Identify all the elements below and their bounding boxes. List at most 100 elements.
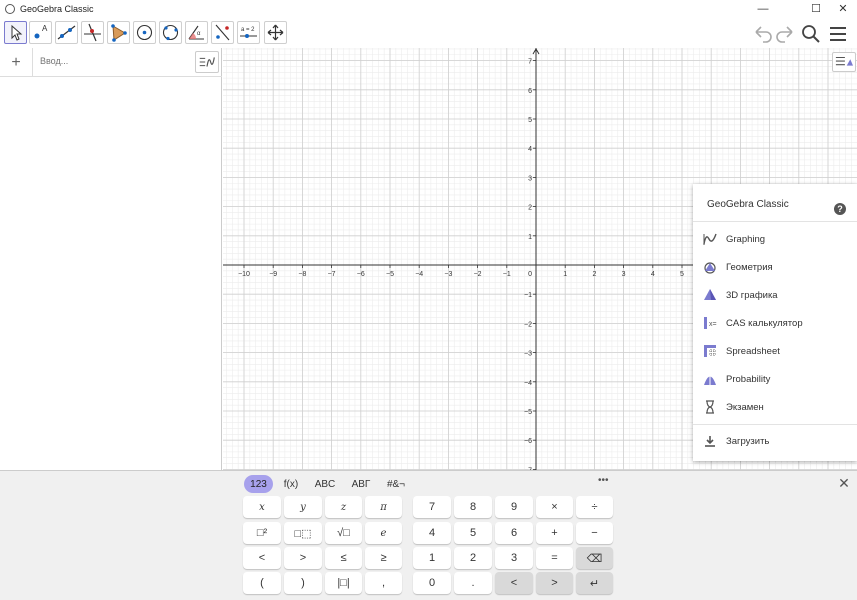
key-open-paren[interactable]: ( [243, 572, 281, 594]
keyboard-tab-numbers[interactable]: 123 [244, 475, 273, 493]
key-square[interactable]: □² [243, 522, 281, 544]
y-tick-label: −2 [524, 321, 532, 328]
download-label: Загрузить [726, 435, 770, 447]
move-graphics-view-tool-button[interactable] [264, 21, 287, 44]
perspective-graphing[interactable]: Graphing [693, 226, 857, 252]
main-menu-icon[interactable] [826, 22, 850, 46]
key-8[interactable]: 8 [454, 496, 492, 518]
graphics-style-bar-button[interactable] [832, 52, 856, 72]
close-button[interactable]: ✕ [830, 0, 856, 17]
3d-graphics-icon [704, 289, 716, 300]
perspective-geometry[interactable]: Геометрия [693, 254, 857, 280]
polygon-tool-button[interactable] [107, 21, 130, 44]
key-4[interactable]: 4 [413, 522, 451, 544]
key-sqrt[interactable]: √□ [325, 522, 362, 544]
move-tool-icon [11, 24, 23, 41]
key-1[interactable]: 1 [413, 547, 451, 569]
x-tick-label: 1 [563, 271, 567, 278]
key-less-than[interactable]: < [243, 547, 281, 569]
keyboard-close-icon[interactable]: ✕ [836, 475, 852, 491]
svg-text:x=: x= [709, 321, 717, 328]
point-tool-icon: A [34, 24, 48, 39]
key-enter-icon[interactable]: ↵ [576, 572, 613, 594]
key-power[interactable]: □⬚ [284, 522, 322, 544]
minimize-button[interactable]: — [750, 0, 776, 17]
perspective-3d-graphics[interactable]: 3D графика [693, 282, 857, 308]
svg-text:A: A [42, 24, 48, 33]
undo-icon[interactable] [751, 22, 775, 46]
redo-icon[interactable] [773, 22, 797, 46]
key-6[interactable]: 6 [495, 522, 533, 544]
reflect-tool-icon [215, 24, 230, 41]
slider-tool-button[interactable]: a = 2 [237, 21, 260, 44]
key-z[interactable]: z [325, 496, 362, 518]
key-decimal-point[interactable]: . [454, 572, 492, 594]
point-tool-button[interactable]: A [29, 21, 52, 44]
perspective-exam[interactable]: Экзамен [693, 394, 857, 420]
keyboard-more-icon[interactable]: ••• [598, 475, 609, 486]
algebra-input[interactable] [40, 56, 180, 66]
key-comma[interactable]: , [365, 572, 402, 594]
download-icon [705, 436, 715, 447]
x-tick-label: 0 [528, 271, 532, 278]
line-tool-button[interactable] [55, 21, 78, 44]
algebra-style-button[interactable] [195, 51, 219, 73]
key-plus[interactable]: + [536, 522, 573, 544]
y-tick-label: 4 [528, 146, 532, 153]
x-tick-label: −2 [474, 271, 482, 278]
keyboard-tab-latin[interactable]: ABC [311, 475, 339, 493]
reflect-tool-button[interactable] [211, 21, 234, 44]
y-tick-label: 5 [528, 117, 532, 124]
key-5[interactable]: 5 [454, 522, 492, 544]
key-close-paren[interactable]: ) [284, 572, 322, 594]
download-item[interactable]: Загрузить [693, 428, 857, 454]
search-icon[interactable] [799, 22, 823, 46]
key-backspace-icon[interactable]: ⌫ [576, 547, 613, 569]
key-x[interactable]: x [243, 496, 281, 518]
key-multiply[interactable]: × [536, 496, 573, 518]
keyboard-tab-greek[interactable]: ΑΒΓ [347, 475, 375, 493]
perpendicular-line-tool-button[interactable] [81, 21, 104, 44]
key-9[interactable]: 9 [495, 496, 533, 518]
key-abs[interactable]: |□| [325, 572, 362, 594]
angle-tool-button[interactable]: α [185, 21, 208, 44]
key-0[interactable]: 0 [413, 572, 451, 594]
x-tick-label: −4 [415, 271, 423, 278]
perspective-spreadsheet[interactable]: Spreadsheet [693, 338, 857, 364]
algebra-sort-icon [199, 57, 215, 67]
key-less-equal[interactable]: ≤ [325, 547, 362, 569]
title-bar: GeoGebra Classic [0, 0, 857, 17]
key-e[interactable]: e [365, 522, 402, 544]
move-tool-button[interactable] [4, 21, 27, 44]
circle-tool-button[interactable] [133, 21, 156, 44]
maximize-button[interactable]: ☐ [803, 0, 829, 17]
key-3[interactable]: 3 [495, 547, 533, 569]
key-greater-than[interactable]: > [284, 547, 322, 569]
x-tick-label: 5 [680, 271, 684, 278]
key-pi[interactable]: π [365, 496, 402, 518]
key-left-arrow-icon[interactable]: < [495, 572, 533, 594]
x-tick-label: −3 [444, 271, 452, 278]
y-tick-label: −5 [524, 409, 532, 416]
x-tick-label: −7 [328, 271, 336, 278]
key-minus[interactable]: − [576, 522, 613, 544]
perspective-cas[interactable]: x= CAS калькулятор [693, 310, 857, 336]
add-item-button[interactable]: + [0, 48, 33, 77]
line-tool-icon [57, 25, 76, 40]
key-2[interactable]: 2 [454, 547, 492, 569]
key-right-arrow-icon[interactable]: > [536, 572, 573, 594]
help-icon[interactable]: ? [834, 203, 846, 215]
perspective-probability[interactable]: Probability [693, 366, 857, 392]
keyboard-tab-functions[interactable]: f(x) [279, 475, 303, 493]
key-y[interactable]: y [284, 496, 322, 518]
key-equals[interactable]: = [536, 547, 573, 569]
slider-label: a = 2 [241, 27, 255, 33]
circle-three-points-tool-button[interactable] [159, 21, 182, 44]
perpendicular-line-tool-icon [84, 23, 101, 42]
keyboard-tab-symbols[interactable]: #&¬ [383, 475, 409, 493]
key-7[interactable]: 7 [413, 496, 451, 518]
key-greater-equal[interactable]: ≥ [365, 547, 402, 569]
key-divide[interactable]: ÷ [576, 496, 613, 518]
x-tick-label: −1 [503, 271, 511, 278]
algebra-input-row: + [0, 48, 222, 77]
